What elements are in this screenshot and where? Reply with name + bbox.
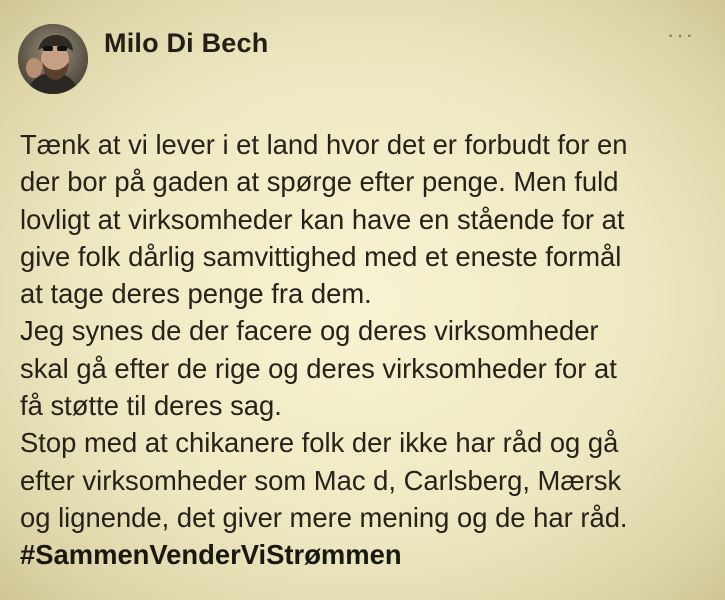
post-line: efter virksomheder som Mac d, Carlsberg,… <box>20 464 622 496</box>
post-body: Tænk at vi lever i et land hvor det er f… <box>20 126 710 574</box>
social-post: Milo Di Bech ··· Tænk at vi lever i et l… <box>0 0 725 600</box>
hashtag-link[interactable]: #SammenVenderViStrømmen <box>20 536 710 573</box>
post-line: og lignende, det giver mere mening og de… <box>20 501 628 533</box>
avatar[interactable] <box>18 24 88 94</box>
more-options-icon[interactable]: ··· <box>667 22 695 48</box>
post-line: Tænk at vi lever i et land hvor det er f… <box>20 129 628 160</box>
post-header: Milo Di Bech <box>18 24 268 94</box>
post-line: Stop med at chikanere folk der ikke har … <box>20 427 619 459</box>
post-line: at tage deres penge fra dem. <box>20 278 372 310</box>
post-line: lovligt at virksomheder kan have en ståe… <box>20 203 625 235</box>
post-line: Jeg synes de der facere og deres virksom… <box>20 315 599 347</box>
post-line: få støtte til deres sag. <box>20 390 282 422</box>
author-name[interactable]: Milo Di Bech <box>104 28 268 59</box>
user-photo-icon <box>18 24 88 94</box>
post-line: give folk dårlig samvittighed med et ene… <box>20 240 622 272</box>
post-line: skal gå efter de rige og deres virksomhe… <box>20 352 617 384</box>
post-line: der bor på gaden at spørge efter penge. … <box>20 166 619 198</box>
